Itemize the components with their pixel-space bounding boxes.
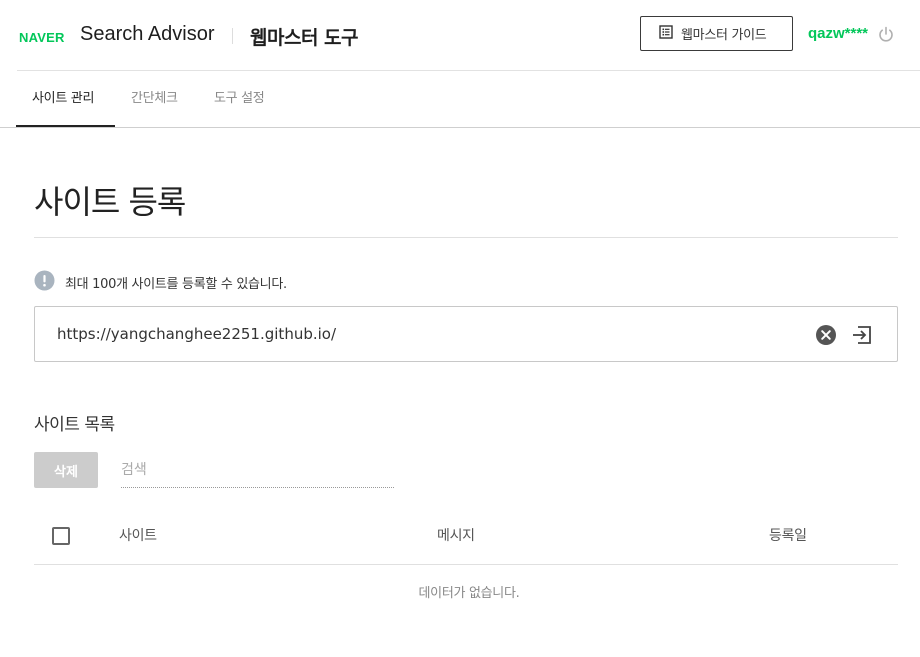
empty-table-message: 데이터가 없습니다.	[418, 586, 520, 601]
column-header-date[interactable]: 등록일	[769, 525, 807, 545]
site-url-field	[34, 306, 898, 362]
tab-site-management[interactable]: 사이트 관리	[16, 71, 115, 127]
column-header-site[interactable]: 사이트	[119, 525, 157, 545]
exclamation-circle-icon	[34, 270, 55, 295]
delete-button[interactable]: 삭제	[34, 452, 98, 488]
table-header-divider	[34, 564, 898, 565]
tab-simple-check[interactable]: 간단체크	[131, 71, 178, 127]
page-title: 사이트 등록	[34, 183, 186, 221]
top-header: NAVER Search Advisor 웹마스터 도구 웹마스터 가이드 qa…	[0, 0, 920, 70]
app-name[interactable]: Search Advisor	[80, 23, 215, 46]
webmaster-guide-label: 웹마스터 가이드	[681, 28, 767, 43]
site-search-input[interactable]	[121, 452, 394, 488]
document-list-icon	[659, 24, 673, 43]
header-divider	[232, 28, 233, 44]
tab-tool-settings[interactable]: 도구 설정	[214, 71, 265, 127]
info-message: 최대 100개 사이트를 등록할 수 있습니다.	[65, 277, 287, 292]
enter-arrow-icon[interactable]	[850, 323, 874, 347]
site-list-title: 사이트 목록	[34, 415, 115, 435]
tool-title[interactable]: 웹마스터 도구	[250, 23, 359, 50]
tabs-divider-line	[0, 127, 920, 128]
naver-logo[interactable]: NAVER	[19, 30, 65, 45]
column-header-message[interactable]: 메시지	[437, 525, 475, 545]
title-divider-line	[34, 237, 898, 238]
user-name[interactable]: qazw****	[808, 25, 868, 42]
site-table-header: 사이트 메시지 등록일	[34, 510, 898, 564]
info-notice: 최대 100개 사이트를 등록할 수 있습니다.	[34, 270, 287, 295]
clear-circle-icon[interactable]	[815, 324, 837, 346]
power-icon[interactable]	[877, 25, 895, 43]
site-url-input[interactable]	[57, 307, 797, 361]
webmaster-guide-button[interactable]: 웹마스터 가이드	[640, 16, 793, 51]
select-all-checkbox[interactable]	[52, 527, 70, 545]
